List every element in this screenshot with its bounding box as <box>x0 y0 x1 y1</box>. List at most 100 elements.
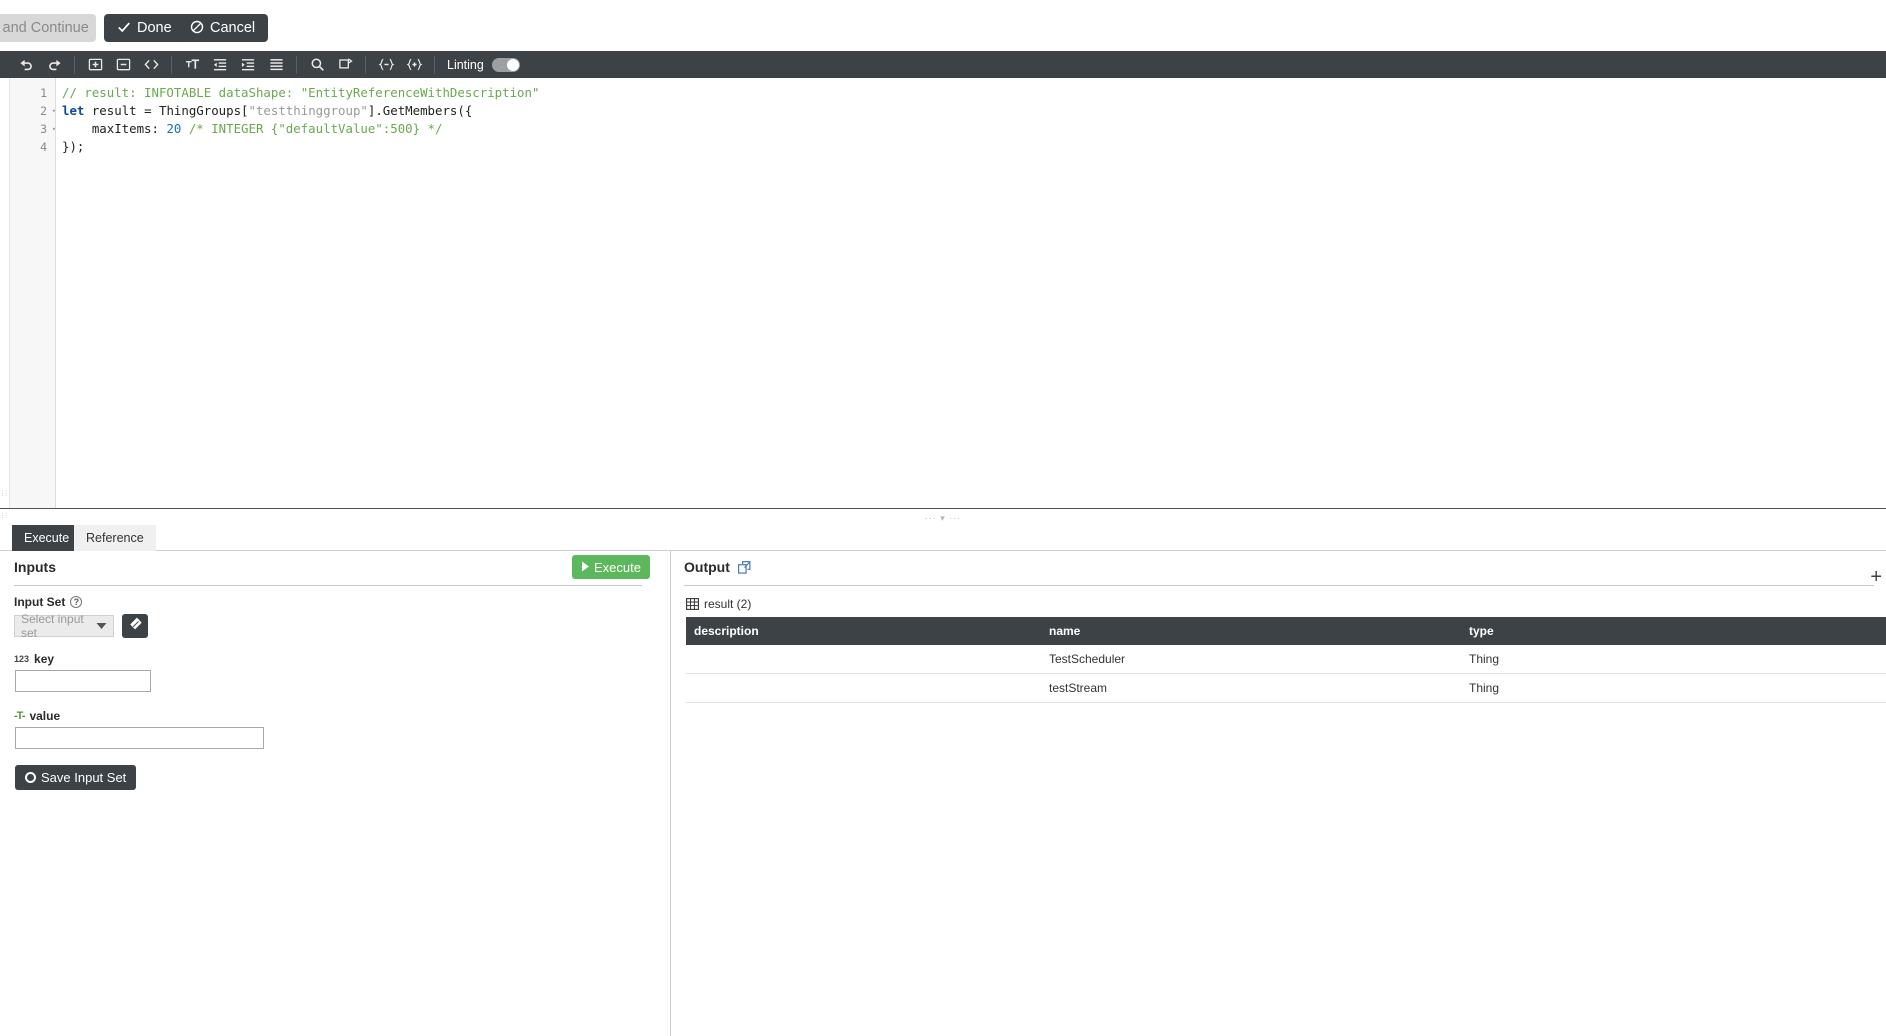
execute-label: Execute <box>594 560 641 575</box>
code-token: // result: INFOTABLE dataShape: "EntityR… <box>62 85 539 100</box>
cell-name: testStream <box>1041 674 1461 703</box>
string-type-icon: -T- <box>14 710 24 722</box>
toolbar-separator <box>74 56 75 74</box>
output-title: Output <box>684 559 730 575</box>
code-token: result = ThingGroups[ <box>84 103 248 118</box>
table-grid-icon <box>686 598 699 610</box>
code-editor[interactable]: 1 2▾ 3▾ 4 // result: INFOTABLE dataShape… <box>0 78 1886 508</box>
output-table-head: description name type <box>686 617 1886 645</box>
code-token: let <box>62 103 84 118</box>
save-input-set-label: Save Input Set <box>41 770 126 785</box>
expand-braces-icon[interactable] <box>403 54 425 76</box>
line-number: 1 <box>10 84 55 102</box>
circle-icon <box>25 772 36 783</box>
column-header-name[interactable]: name <box>1041 617 1461 645</box>
table-row[interactable]: TestSchedulerThing <box>686 645 1886 674</box>
fold-marker[interactable]: ▾ <box>52 102 56 120</box>
splitter-handle[interactable]: ··· ▾ ··· <box>925 513 962 524</box>
input-set-selected-value: Select input set <box>21 612 96 640</box>
value-field-label: value <box>29 709 60 723</box>
code-token: 20 <box>166 121 181 136</box>
code-token: ].GetMembers({ <box>368 103 472 118</box>
output-table-body: TestSchedulerThingtestStreamThing <box>686 645 1886 703</box>
format-text-icon[interactable] <box>181 54 203 76</box>
tab-reference[interactable]: Reference <box>74 525 156 551</box>
search-icon[interactable] <box>306 54 328 76</box>
inputs-title: Inputs <box>14 559 56 575</box>
outdent-icon[interactable] <box>209 54 231 76</box>
cancel-button[interactable]: Cancel <box>177 14 268 42</box>
line-number: 3▾ <box>10 120 55 138</box>
collapse-all-icon[interactable] <box>112 54 134 76</box>
left-splitter-dots[interactable]: ::: <box>2 512 6 519</box>
done-label: Done <box>137 20 172 36</box>
column-header-type[interactable]: type <box>1461 617 1886 645</box>
expand-output-button[interactable]: + <box>1870 567 1882 587</box>
linting-toggle-group[interactable]: Linting <box>447 58 520 72</box>
done-button[interactable]: Done <box>104 14 185 42</box>
question-circle-icon[interactable]: ? <box>70 596 82 608</box>
cell-type: Thing <box>1461 674 1886 703</box>
key-field-label-row: 123 key <box>14 652 54 666</box>
input-set-label: Input Set <box>14 595 65 609</box>
code-line: let result = ThingGroups["testthinggroup… <box>62 102 1886 120</box>
eraser-icon <box>128 616 143 636</box>
inputs-header: Inputs <box>14 559 642 586</box>
align-lines-icon[interactable] <box>265 54 287 76</box>
table-header-row: description name type <box>686 617 1886 645</box>
code-token: }); <box>62 139 84 154</box>
service-editor-page: ve and Continue Done Cancel <box>0 0 1886 1036</box>
indent-icon[interactable] <box>237 54 259 76</box>
left-splitter-dots[interactable]: ::: <box>2 490 6 497</box>
code-line: // result: INFOTABLE dataShape: "EntityR… <box>62 84 1886 102</box>
code-brackets-icon[interactable] <box>140 54 162 76</box>
find-replace-icon[interactable] <box>334 54 356 76</box>
save-and-continue-button[interactable]: ve and Continue <box>0 14 96 42</box>
code-token <box>181 121 188 136</box>
undo-icon[interactable] <box>15 54 37 76</box>
clear-input-set-button[interactable] <box>122 614 148 638</box>
collapse-braces-icon[interactable] <box>375 54 397 76</box>
output-table-wrapper: description name type TestSchedulerThing… <box>686 617 1886 703</box>
cell-name: TestScheduler <box>1041 645 1461 674</box>
editor-left-margin <box>0 78 10 508</box>
redo-icon[interactable] <box>43 54 65 76</box>
result-label-text: result (2) <box>704 597 751 611</box>
tab-execute[interactable]: Execute <box>12 525 81 551</box>
save-input-set-button[interactable]: Save Input Set <box>15 765 136 790</box>
fold-marker[interactable]: ▾ <box>52 120 56 138</box>
inputs-panel: Inputs Execute Input Set ? Select input … <box>0 551 671 1036</box>
column-header-description[interactable]: description <box>686 617 1041 645</box>
code-token: "testthinggroup" <box>249 103 368 118</box>
tab-reference-label: Reference <box>86 531 144 545</box>
value-field-label-row: -T- value <box>14 709 60 723</box>
cell-description <box>686 674 1041 703</box>
play-icon <box>581 560 590 575</box>
cell-type: Thing <box>1461 645 1886 674</box>
execute-button[interactable]: Execute <box>572 555 650 579</box>
number-type-icon: 123 <box>14 654 29 664</box>
line-number: 2▾ <box>10 102 55 120</box>
expand-all-icon[interactable] <box>84 54 106 76</box>
toggle-knob <box>507 59 519 71</box>
popout-icon[interactable] <box>738 561 751 574</box>
key-input[interactable] <box>15 670 151 692</box>
value-input[interactable] <box>15 727 264 749</box>
table-row[interactable]: testStreamThing <box>686 674 1886 703</box>
caret-down-icon <box>96 619 107 633</box>
output-header: Output <box>684 559 1874 586</box>
toolbar-separator <box>171 56 172 74</box>
cell-description <box>686 645 1041 674</box>
line-number-gutter: 1 2▾ 3▾ 4 <box>10 78 56 508</box>
ban-icon <box>190 20 204 37</box>
toolbar-separator <box>296 56 297 74</box>
output-table: description name type TestSchedulerThing… <box>686 617 1886 703</box>
linting-toggle[interactable] <box>492 58 520 72</box>
toolbar-separator <box>365 56 366 74</box>
line-number: 4 <box>10 138 55 156</box>
check-icon <box>117 20 131 37</box>
input-set-select[interactable]: Select input set <box>14 615 114 637</box>
code-line: maxItems: 20 /* INTEGER {"defaultValue":… <box>62 120 1886 138</box>
code-text-area[interactable]: // result: INFOTABLE dataShape: "EntityR… <box>56 78 1886 508</box>
linting-label: Linting <box>447 58 484 72</box>
